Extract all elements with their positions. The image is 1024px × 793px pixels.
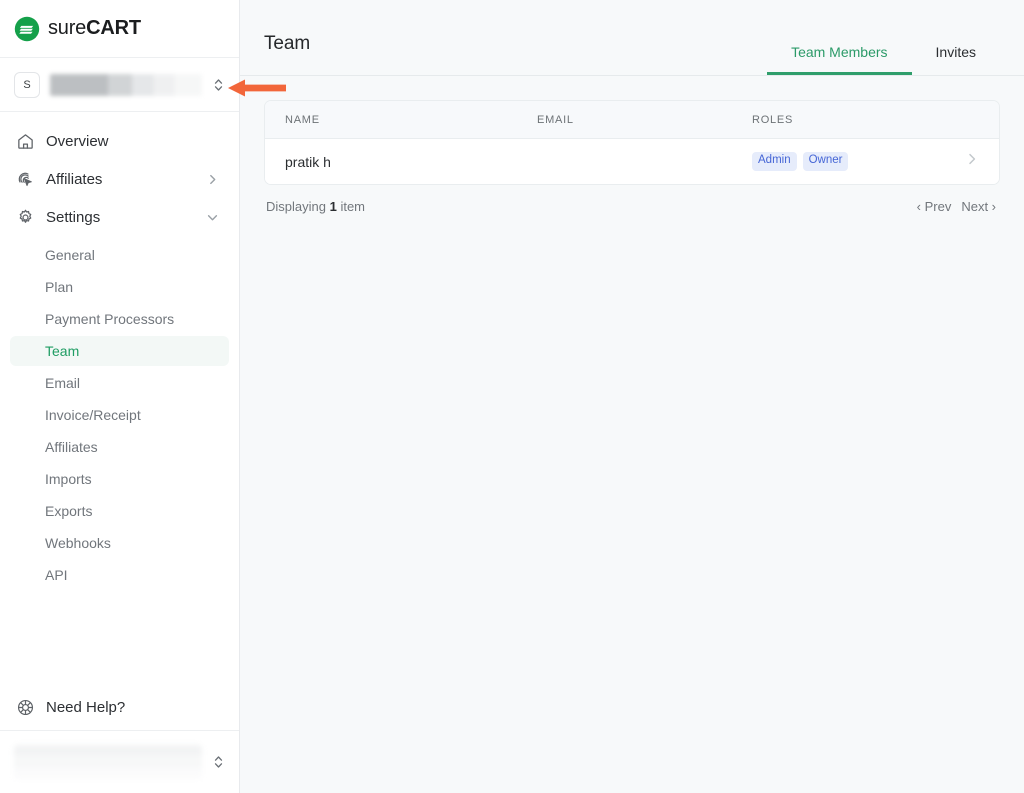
page-header: Team Team Members Invites: [240, 0, 1024, 76]
brand-name-thin: sure: [48, 17, 87, 39]
chevron-down-icon[interactable]: [206, 211, 219, 224]
column-header-roles: ROLES: [752, 113, 794, 126]
need-help-button[interactable]: Need Help?: [0, 685, 239, 731]
brand-wordmark: sure CART: [48, 17, 141, 40]
store-avatar: S: [14, 71, 40, 98]
sidebar-item-label: Affiliates: [46, 170, 103, 188]
status-badge: Admin: [752, 152, 797, 171]
need-help-label: Need Help?: [46, 699, 126, 716]
sidebar-subitem-email[interactable]: Email: [10, 368, 229, 398]
sidebar-footer: Need Help?: [0, 685, 239, 793]
sidebar-subitem-affiliates[interactable]: Affiliates: [10, 432, 229, 462]
user-account-redacted: [14, 745, 202, 779]
sidebar-subitem-general[interactable]: General: [10, 240, 229, 270]
pagination: ‹ Prev Next ›: [917, 199, 996, 214]
column-header-name: NAME: [285, 113, 320, 126]
sidebar: sure CART S Overview Affiliates Settings…: [0, 0, 240, 793]
displaying-count: 1: [329, 198, 337, 214]
up-down-chevron-icon[interactable]: [212, 76, 225, 94]
displaying-count-text: Displaying 1 item: [266, 199, 365, 214]
team-members-table: NAME EMAIL ROLES pratik h Admin Owner: [264, 100, 1000, 185]
affiliate-cursor-icon: [16, 170, 35, 189]
sidebar-subitem-payment-processors[interactable]: Payment Processors: [10, 304, 229, 334]
brand-header: sure CART: [0, 0, 239, 58]
tab-team-members[interactable]: Team Members: [767, 45, 912, 75]
sidebar-subitem-imports[interactable]: Imports: [10, 464, 229, 494]
content-area: NAME EMAIL ROLES pratik h Admin Owner Di…: [240, 76, 1024, 227]
lifebuoy-icon: [16, 698, 35, 717]
user-account-selector[interactable]: [0, 731, 239, 793]
sidebar-subitem-team[interactable]: Team: [10, 336, 229, 366]
status-badge: Owner: [802, 152, 849, 171]
column-header-email: EMAIL: [537, 113, 574, 126]
sidebar-item-label: Settings: [46, 208, 101, 226]
main-content: Team Team Members Invites NAME EMAIL ROL…: [240, 0, 1024, 793]
prev-page-button[interactable]: ‹ Prev: [917, 199, 952, 214]
sidebar-subitem-plan[interactable]: Plan: [10, 272, 229, 302]
store-name-redacted: [50, 73, 202, 96]
cell-row-action[interactable]: [953, 152, 999, 171]
table-row[interactable]: pratik h Admin Owner: [265, 139, 999, 184]
next-page-button[interactable]: Next ›: [961, 199, 996, 214]
chevron-right-icon[interactable]: [965, 153, 979, 170]
up-down-chevron-icon[interactable]: [212, 753, 225, 771]
displaying-prefix: Displaying: [266, 198, 330, 214]
roles-badges: Admin Owner: [752, 152, 953, 171]
table-header-row: NAME EMAIL ROLES: [265, 101, 999, 139]
surecart-logo-icon: [14, 16, 40, 42]
page-title: Team: [264, 33, 311, 54]
brand-name-bold: CART: [86, 17, 141, 39]
table-footer: Displaying 1 item ‹ Prev Next ›: [264, 185, 1000, 227]
sidebar-nav: Overview Affiliates Settings General Pla…: [0, 112, 239, 685]
sidebar-item-overview[interactable]: Overview: [10, 124, 229, 158]
displaying-suffix: item: [336, 198, 365, 214]
home-icon: [16, 132, 35, 151]
sidebar-subitem-webhooks[interactable]: Webhooks: [10, 528, 229, 558]
chevron-right-icon[interactable]: [206, 173, 219, 186]
sidebar-subitem-invoice-receipt[interactable]: Invoice/Receipt: [10, 400, 229, 430]
app-root: sure CART S Overview Affiliates Settings…: [0, 0, 1024, 793]
cell-roles: Admin Owner: [752, 152, 953, 171]
tab-invites[interactable]: Invites: [912, 45, 1000, 75]
sidebar-item-settings[interactable]: Settings: [10, 200, 229, 234]
tab-bar: Team Members Invites: [767, 0, 1000, 75]
sidebar-item-affiliates[interactable]: Affiliates: [10, 162, 229, 196]
sidebar-item-label: Overview: [46, 132, 109, 150]
store-selector[interactable]: S: [0, 58, 239, 112]
settings-subnav: General Plan Payment Processors Team Ema…: [0, 238, 239, 590]
sidebar-subitem-exports[interactable]: Exports: [10, 496, 229, 526]
cell-name: pratik h: [285, 153, 331, 170]
gear-icon: [16, 208, 35, 227]
sidebar-subitem-api[interactable]: API: [10, 560, 229, 590]
